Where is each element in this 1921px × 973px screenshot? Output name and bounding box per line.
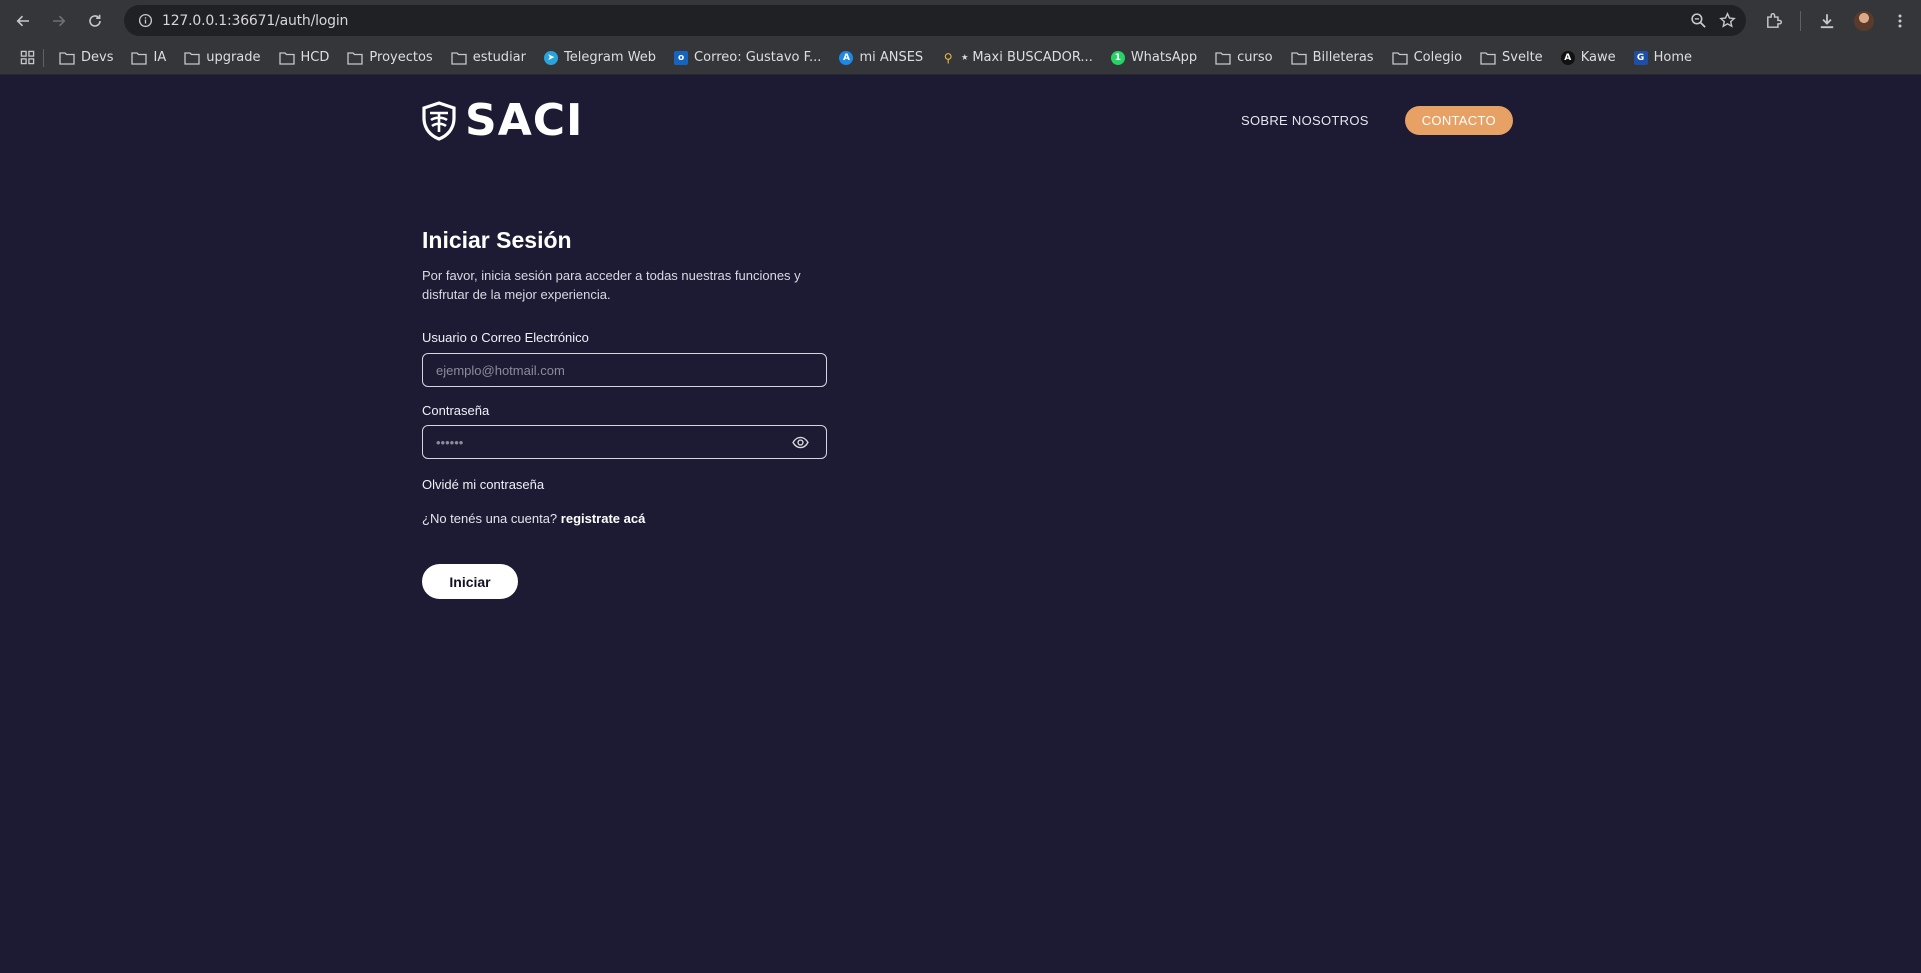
logo-text: SACI [465, 95, 584, 146]
folder-icon [59, 51, 75, 65]
folder-icon [1391, 51, 1408, 65]
extensions-button[interactable] [1765, 0, 1783, 41]
login-subtitle: Por favor, inicia sesión para acceder a … [422, 268, 801, 302]
bookmark-whatsapp[interactable]: 1 WhatsApp [1102, 45, 1206, 71]
password-input[interactable] [422, 425, 827, 459]
bookmark-home[interactable]: G Home [1625, 45, 1701, 71]
folder-icon [1290, 51, 1307, 65]
toolbar-divider [1800, 0, 1801, 41]
bookmark-curso[interactable]: curso [1206, 45, 1281, 71]
password-field-wrapper [422, 425, 827, 459]
whatsapp-icon: 1 [1110, 50, 1125, 65]
reload-button[interactable] [77, 0, 113, 41]
reload-icon [89, 14, 101, 27]
folder-icon [451, 51, 467, 65]
zoom-icon[interactable] [1690, 12, 1707, 29]
arrow-left-icon [16, 15, 29, 26]
login-submit-button[interactable]: Iniciar [422, 564, 518, 599]
top-nav: SOBRE NOSOTROS CONTACTO [1241, 106, 1513, 135]
more-vertical-icon [1898, 14, 1902, 27]
folder-icon [1480, 51, 1496, 65]
bookmark-devs[interactable]: Devs [50, 45, 122, 71]
download-icon [1820, 13, 1834, 28]
register-prompt: ¿No tenés una cuenta? registrate acá [422, 511, 645, 526]
bookmark-proyectos[interactable]: Proyectos [338, 45, 441, 71]
user-label: Usuario o Correo Electrónico [422, 330, 589, 345]
bookmark-colegio[interactable]: Colegio [1383, 45, 1471, 71]
folder-icon [278, 51, 295, 65]
register-link[interactable]: registrate acá [561, 511, 646, 526]
home-favicon: G [1633, 50, 1648, 65]
bookmarks-bar: Devs IA upgrade HCD Proyectos estudiar ➤… [0, 41, 1921, 75]
apps-button[interactable] [20, 45, 39, 71]
browser-toolbar: 127.0.0.1:36671/auth/login [0, 0, 1921, 41]
eye-icon[interactable] [792, 434, 809, 451]
bookmark-star-icon[interactable] [1719, 12, 1736, 29]
omnibox-actions [1690, 5, 1736, 36]
menu-button[interactable] [1893, 0, 1907, 41]
address-bar[interactable]: 127.0.0.1:36671/auth/login [124, 5, 1746, 36]
forward-button[interactable] [41, 0, 77, 41]
site-info-icon[interactable] [128, 13, 162, 28]
folder-icon [131, 51, 148, 65]
bookmark-upgrade[interactable]: upgrade [175, 45, 269, 71]
bookmarks-divider [43, 48, 44, 67]
anses-icon: A [839, 50, 854, 65]
forgot-password-link[interactable]: Olvidé mi contraseña [422, 477, 544, 492]
bookmark-anses[interactable]: Ami ANSES [830, 45, 932, 71]
outlook-icon: o [674, 50, 689, 65]
back-button[interactable] [5, 0, 41, 41]
url-text[interactable]: 127.0.0.1:36671/auth/login [162, 13, 348, 29]
bookmark-estudiar[interactable]: estudiar [442, 45, 535, 71]
bookmark-hcd[interactable]: HCD [270, 45, 339, 71]
page: SACI SOBRE NOSOTROS CONTACTO Iniciar Ses… [0, 75, 1921, 973]
nav-about-link[interactable]: SOBRE NOSOTROS [1241, 113, 1369, 128]
search-favicon: ⚲ [943, 50, 953, 65]
downloads-button[interactable] [1818, 0, 1836, 41]
profile-button[interactable] [1854, 0, 1874, 41]
contact-button[interactable]: CONTACTO [1404, 106, 1513, 135]
bookmark-maxi-buscador[interactable]: ⚲ ⭑ Maxi BUSCADOR... [932, 45, 1102, 71]
user-email-input[interactable] [422, 353, 827, 387]
no-account-text: ¿No tenés una cuenta? [422, 511, 558, 526]
bookmark-telegram[interactable]: ➤ Telegram Web [535, 45, 665, 71]
folder-icon [184, 51, 200, 65]
telegram-icon: ➤ [544, 50, 558, 65]
logo[interactable]: SACI [421, 99, 583, 143]
avatar [1854, 10, 1874, 31]
bookmark-ia[interactable]: IA [122, 45, 175, 71]
page-title: Iniciar Sesión [422, 227, 572, 253]
bookmark-kawe[interactable]: A Kawe [1552, 45, 1625, 71]
password-label: Contraseña [422, 403, 490, 418]
folder-icon [347, 51, 364, 65]
bookmark-correo[interactable]: o Correo: Gustavo F... [665, 45, 830, 71]
arrow-right-icon [53, 15, 66, 26]
folder-icon [1215, 51, 1231, 65]
bookmark-billeteras[interactable]: Billeteras [1282, 45, 1383, 71]
kawe-icon: A [1560, 50, 1575, 65]
bookmark-svelte[interactable]: Svelte [1471, 45, 1552, 71]
shield-logo-icon [422, 101, 456, 141]
apps-grid-icon [20, 50, 35, 65]
puzzle-icon [1767, 12, 1782, 28]
